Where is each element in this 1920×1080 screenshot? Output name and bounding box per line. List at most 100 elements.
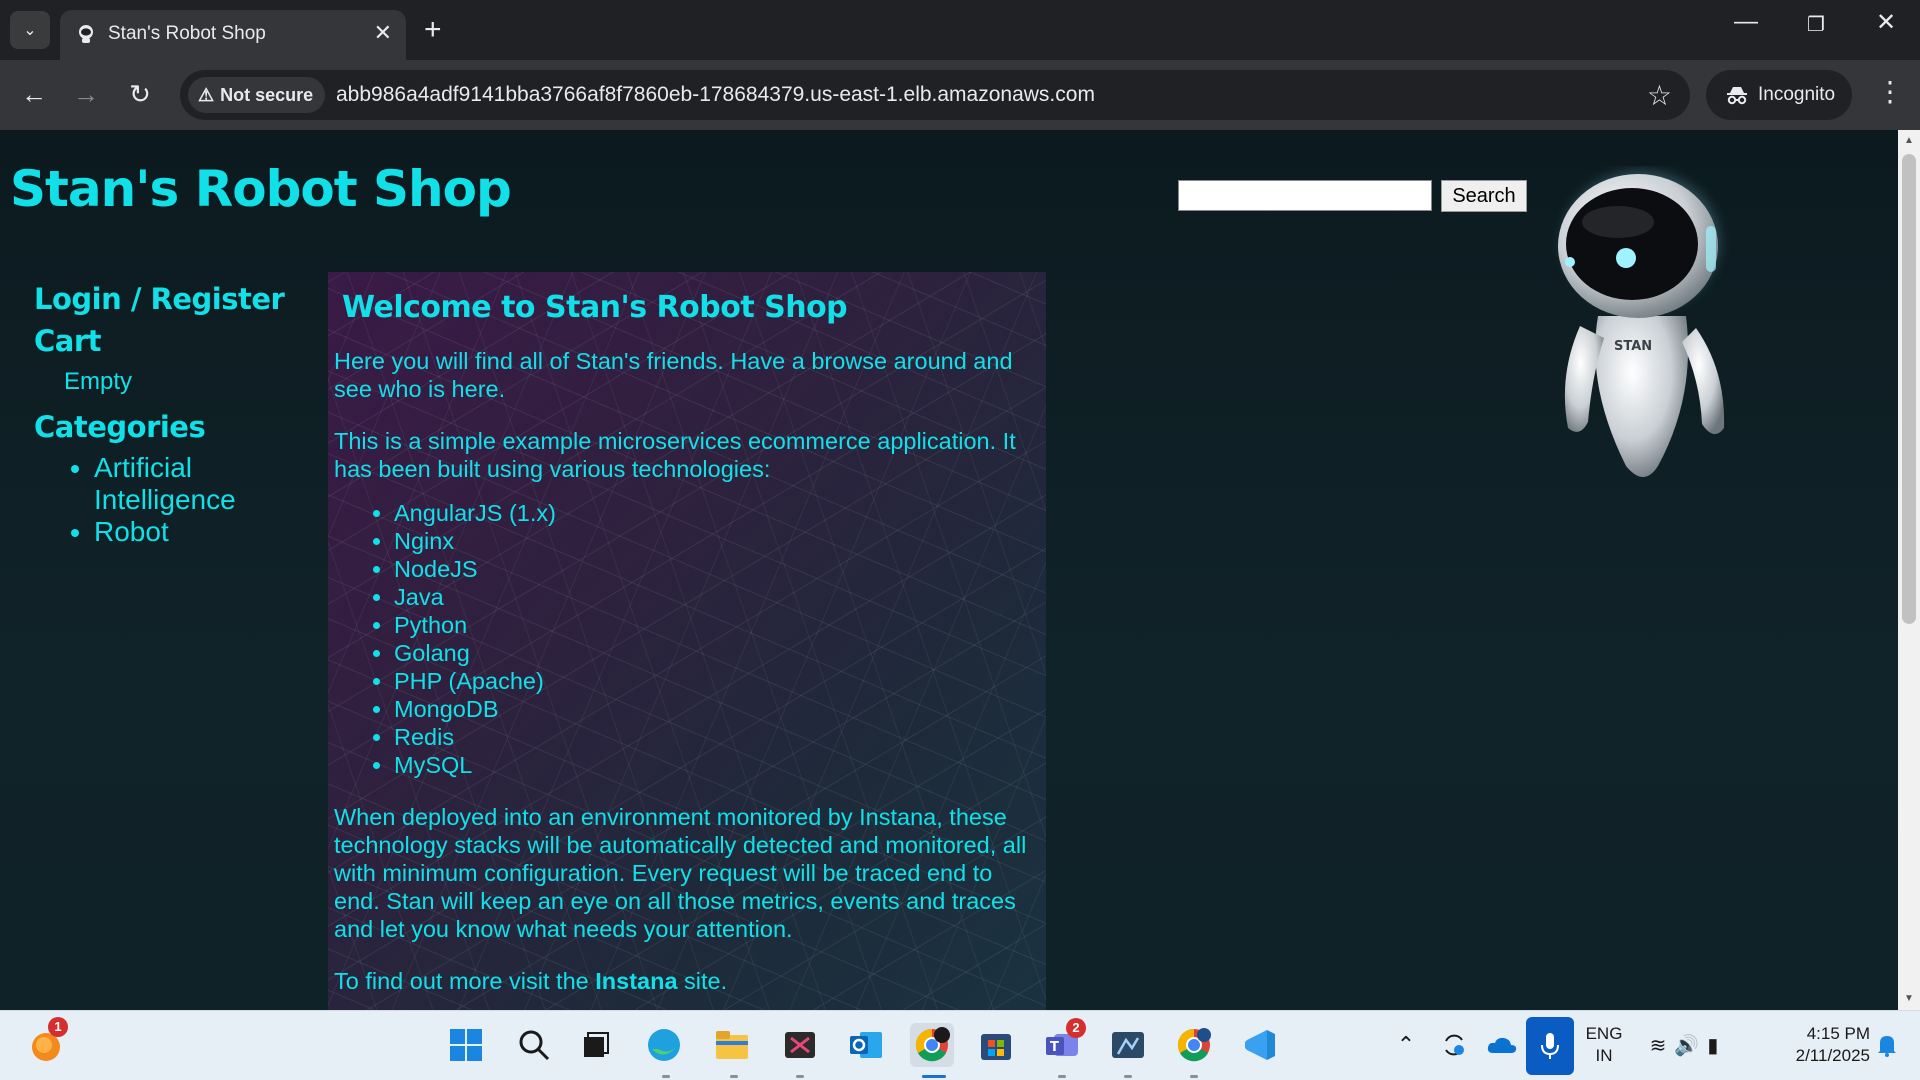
svg-text:T: T [1050,1040,1059,1055]
language-code: ENG [1585,1024,1623,1043]
robot-favicon-icon [79,25,93,43]
snipping-tool-icon[interactable] [780,1025,820,1065]
wifi-icon: ≋ [1649,1034,1667,1057]
warning-icon: ⚠ [198,84,215,105]
search-button[interactable]: Search [1441,180,1527,212]
list-item: NodeJS [394,555,1038,583]
category-item-robot[interactable]: Robot [94,516,294,548]
scroll-up-icon[interactable]: ▲ [1898,132,1920,150]
clock[interactable]: 4:15 PM 2/11/2025 [1766,1023,1870,1067]
forward-icon[interactable]: → [68,76,104,112]
running-indicator [1190,1075,1198,1078]
list-item: Java [394,583,1038,611]
outlook-icon[interactable] [846,1025,886,1065]
active-indicator [922,1075,946,1078]
volume-icon: 🔊 [1674,1034,1700,1057]
chevron-up-icon[interactable]: ⌃ [1386,1025,1426,1065]
battery-icon: ▮ [1707,1034,1719,1057]
list-item: Golang [394,639,1038,667]
intro-text: Here you will find all of Stan's friends… [334,348,1013,402]
new-tab-icon[interactable]: + [424,10,442,50]
login-register-link[interactable]: Login / Register [34,278,294,320]
incognito-indicator[interactable]: Incognito [1706,70,1852,120]
close-window-icon[interactable]: ✕ [1866,8,1906,37]
more-info-text: To find out more visit the Instana site. [334,967,1038,995]
url-text[interactable]: abb986a4adf9141bba3766af8f7860eb-1786843… [336,83,1095,107]
browser-tab-bar: ⌄ Stan's Robot Shop ✕ + — ❐ ✕ [0,0,1920,60]
tab-search-button[interactable]: ⌄ [10,11,50,49]
search-icon[interactable] [514,1025,554,1065]
category-item-artificial-intelligence[interactable]: Artificial Intelligence [94,452,294,516]
running-indicator [1124,1075,1132,1078]
running-indicator [730,1075,738,1078]
bookmark-star-icon[interactable]: ☆ [1647,79,1672,112]
chrome-icon[interactable] [1174,1025,1214,1065]
scroll-down-icon[interactable]: ▼ [1898,990,1920,1008]
list-item: Python [394,611,1038,639]
close-tab-icon[interactable]: ✕ [374,20,392,46]
notification-badge: 1 [48,1017,68,1037]
security-label: Not secure [220,84,314,105]
web-page: Stan's Robot Shop Search Login / Registe… [0,130,1898,1010]
system-tray-status[interactable]: ≋ 🔊 ▮ [1644,1025,1724,1065]
back-icon[interactable]: ← [16,76,52,112]
categories-heading: Categories [34,410,206,444]
cart-link[interactable]: Cart [34,320,294,362]
search-input[interactable] [1178,180,1432,211]
scrollbar-thumb[interactable] [1902,154,1916,624]
robot-label: STAN [1614,339,1652,354]
clock-date: 2/11/2025 [1795,1046,1870,1065]
windows-taskbar: 1 T 2 ⌃ ENG IN ≋ 🔊 ▮ 4:15 PM 2/11/2025 [0,1010,1920,1080]
minimize-icon[interactable]: — [1726,8,1766,36]
list-item: Redis [394,723,1038,751]
clock-time: 4:15 PM [1806,1024,1870,1043]
category-list: Artificial Intelligence Robot [34,452,294,548]
page-scrollbar[interactable]: ▲ ▼ [1898,130,1920,1010]
monitoring-text: When deployed into an environment monito… [334,804,1027,942]
security-indicator[interactable]: ⚠ Not secure [188,77,326,113]
edge-browser-icon[interactable] [644,1025,684,1065]
site-title[interactable]: Stan's Robot Shop [10,160,512,218]
list-item: Nginx [394,527,1038,555]
browser-tab[interactable]: Stan's Robot Shop ✕ [60,10,406,60]
incognito-label: Incognito [1758,84,1836,105]
file-explorer-icon[interactable] [712,1025,752,1065]
browser-toolbar: ← → ↻ ⚠ Not secure abb986a4adf9141bba376… [0,60,1920,130]
microphone-icon[interactable] [1526,1017,1574,1075]
microsoft-store-icon[interactable] [976,1025,1016,1065]
onedrive-icon[interactable] [1482,1025,1522,1065]
sync-icon[interactable] [1434,1025,1474,1065]
list-item: AngularJS (1.x) [394,499,1038,527]
instana-link[interactable]: Instana [595,968,677,994]
region-code: IN [1595,1046,1613,1065]
restore-icon[interactable]: ❐ [1796,12,1836,37]
tab-title: Stan's Robot Shop [108,23,266,44]
chrome-incognito-icon[interactable] [910,1023,954,1067]
stan-robot-mascot: STAN [1558,171,1725,477]
remote-desktop-icon[interactable] [1108,1025,1148,1065]
address-bar[interactable]: ⚠ Not secure abb986a4adf9141bba3766af8f7… [180,70,1690,120]
sidebar: Login / Register Cart Empty Categories A… [34,278,294,548]
more-menu-icon[interactable]: ⋮ [1876,78,1904,106]
running-indicator [796,1075,804,1078]
list-item: MongoDB [394,695,1038,723]
welcome-heading: Welcome to Stan's Robot Shop [342,290,848,325]
incognito-icon [1727,87,1747,105]
welcome-panel: Welcome to Stan's Robot Shop Here you wi… [328,272,1046,1010]
vscode-icon[interactable] [1240,1025,1280,1065]
chevron-down-icon: ⌄ [23,22,37,39]
technology-list: AngularJS (1.x) Nginx NodeJS Java Python… [334,499,1038,779]
running-indicator [662,1075,670,1078]
language-indicator[interactable]: ENG IN [1584,1023,1624,1067]
more-prefix: To find out more visit the [334,968,596,994]
list-item: MySQL [394,751,1038,779]
cart-status: Empty [64,368,133,395]
windows-start-icon[interactable] [446,1025,486,1065]
list-item: PHP (Apache) [394,667,1038,695]
notification-bell-icon[interactable] [1872,1025,1902,1065]
task-view-icon[interactable] [576,1025,616,1065]
reload-icon[interactable]: ↻ [122,76,158,112]
running-indicator [1058,1075,1066,1078]
teams-badge: 2 [1066,1018,1086,1038]
description-text: This is a simple example microservices e… [334,428,1016,482]
